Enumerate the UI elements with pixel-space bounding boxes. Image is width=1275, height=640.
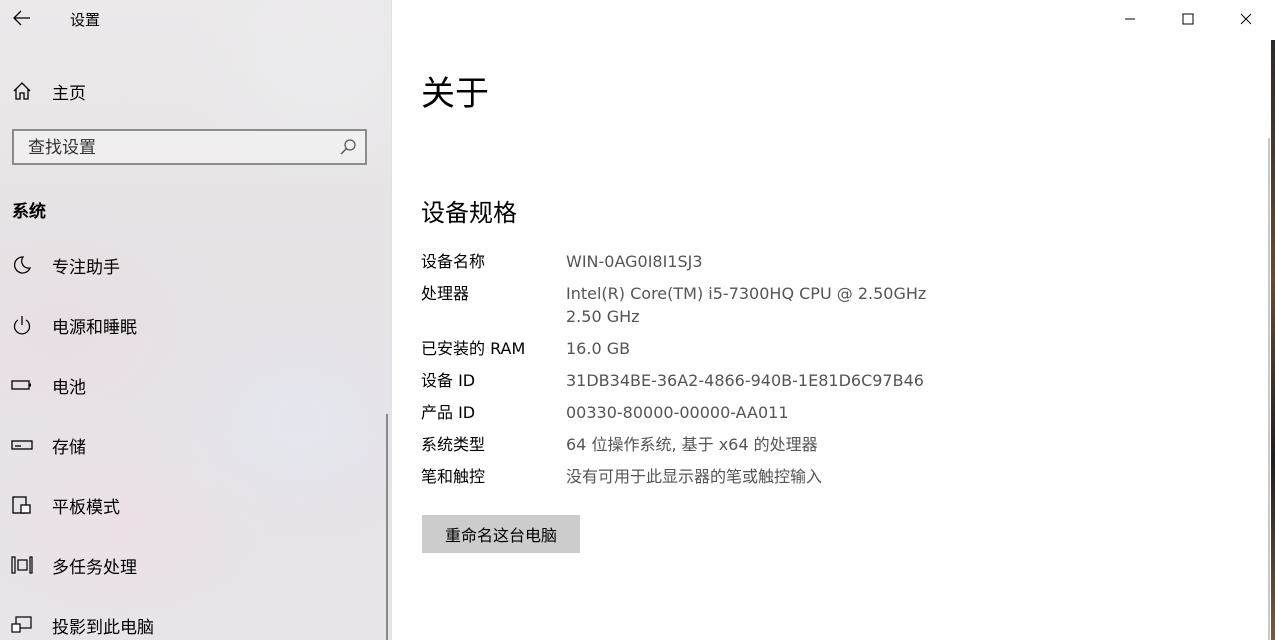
- spec-key: 系统类型: [421, 435, 486, 454]
- device-specs-heading: 设备规格: [421, 199, 517, 227]
- spec-key: 设备 ID: [421, 371, 476, 390]
- sidebar-item-label: 电源和睡眠: [52, 317, 137, 338]
- sidebar-item-storage[interactable]: 存储: [0, 415, 391, 475]
- spec-value: 31DB34BE-36A2-4866-940B-1E81D6C97B46: [566, 371, 924, 390]
- spec-row-pen-touch: 笔和触控 没有可用于此显示器的笔或触控输入: [421, 465, 981, 488]
- sidebar-scrollbar[interactable]: [386, 414, 388, 640]
- spec-value: 没有可用于此显示器的笔或触控输入: [566, 467, 823, 486]
- sidebar-item-label: 多任务处理: [52, 557, 137, 578]
- sidebar-item-multitasking[interactable]: 多任务处理: [0, 535, 391, 595]
- app-title: 设置: [70, 11, 101, 29]
- sidebar-item-label: 投影到此电脑: [52, 617, 154, 638]
- settings-window: 设置 主页 系统 专注: [0, 0, 1275, 640]
- spec-row-ram: 已安装的 RAM 16.0 GB: [421, 337, 981, 360]
- sidebar-item-label: 主页: [52, 83, 86, 104]
- sidebar-item-power-sleep[interactable]: 电源和睡眠: [0, 295, 391, 355]
- sidebar-item-label: 平板模式: [52, 497, 120, 518]
- spec-key: 产品 ID: [421, 403, 476, 422]
- back-button[interactable]: [10, 6, 34, 30]
- sidebar-item-label: 专注助手: [52, 257, 120, 278]
- main-scrollbar[interactable]: [1268, 138, 1270, 640]
- search-input[interactable]: [14, 131, 340, 165]
- search-box[interactable]: [12, 129, 367, 165]
- maximize-button[interactable]: [1159, 0, 1217, 38]
- sidebar-item-label: 电池: [52, 377, 86, 398]
- battery-icon: [11, 374, 33, 396]
- storage-icon: [11, 434, 33, 456]
- close-icon: [1240, 13, 1252, 25]
- minimize-icon: [1125, 18, 1135, 20]
- sidebar-item-home[interactable]: 主页: [0, 72, 391, 110]
- desktop-background-edge: [1271, 40, 1275, 640]
- sidebar-item-battery[interactable]: 电池: [0, 355, 391, 415]
- spec-row-system-type: 系统类型 64 位操作系统, 基于 x64 的处理器: [421, 433, 981, 456]
- sidebar-nav-list: 专注助手 电源和睡眠 电池 存储 平板模式 多任务处理 投影到此电脑: [0, 235, 391, 640]
- spec-key: 笔和触控: [421, 467, 486, 486]
- device-specs-table: 设备名称 WIN-0AG0I8I1SJ3 处理器 Intel(R) Core(T…: [421, 250, 981, 497]
- spec-value: Intel(R) Core(TM) i5-7300HQ CPU @ 2.50GH…: [566, 284, 942, 326]
- window-controls: [1101, 0, 1275, 38]
- page-title: 关于: [421, 74, 489, 114]
- home-icon: [11, 80, 33, 102]
- back-arrow-icon: [13, 10, 30, 26]
- sidebar-item-tablet-mode[interactable]: 平板模式: [0, 475, 391, 535]
- sidebar-item-label: 存储: [52, 437, 86, 458]
- section-title: 系统: [12, 202, 46, 222]
- sidebar-item-project[interactable]: 投影到此电脑: [0, 595, 391, 640]
- maximize-icon: [1182, 13, 1194, 25]
- spec-value: 00330-80000-00000-AA011: [566, 403, 789, 422]
- spec-key: 已安装的 RAM: [421, 339, 526, 358]
- spec-value: 64 位操作系统, 基于 x64 的处理器: [566, 435, 818, 454]
- minimize-button[interactable]: [1101, 0, 1159, 38]
- spec-row-device-name: 设备名称 WIN-0AG0I8I1SJ3: [421, 250, 981, 273]
- search-icon[interactable]: [339, 138, 357, 156]
- spec-value: 16.0 GB: [566, 339, 631, 358]
- spec-row-device-id: 设备 ID 31DB34BE-36A2-4866-940B-1E81D6C97B…: [421, 369, 981, 392]
- close-button[interactable]: [1217, 0, 1275, 38]
- power-icon: [11, 314, 33, 336]
- main-content: 关于 设备规格 设备名称 WIN-0AG0I8I1SJ3 处理器 Intel(R…: [392, 0, 1275, 640]
- sidebar-item-focus-assist[interactable]: 专注助手: [0, 235, 391, 295]
- spec-row-processor: 处理器 Intel(R) Core(TM) i5-7300HQ CPU @ 2.…: [421, 282, 981, 328]
- spec-key: 设备名称: [421, 252, 486, 271]
- tablet-mode-icon: [11, 494, 33, 516]
- spec-row-product-id: 产品 ID 00330-80000-00000-AA011: [421, 401, 981, 424]
- moon-icon: [11, 254, 33, 276]
- multitasking-icon: [11, 554, 33, 576]
- spec-key: 处理器: [421, 284, 470, 303]
- project-icon: [11, 614, 33, 636]
- sidebar: 设置 主页 系统 专注: [0, 0, 392, 640]
- spec-value: WIN-0AG0I8I1SJ3: [566, 252, 703, 271]
- rename-pc-button[interactable]: 重命名这台电脑: [422, 515, 580, 553]
